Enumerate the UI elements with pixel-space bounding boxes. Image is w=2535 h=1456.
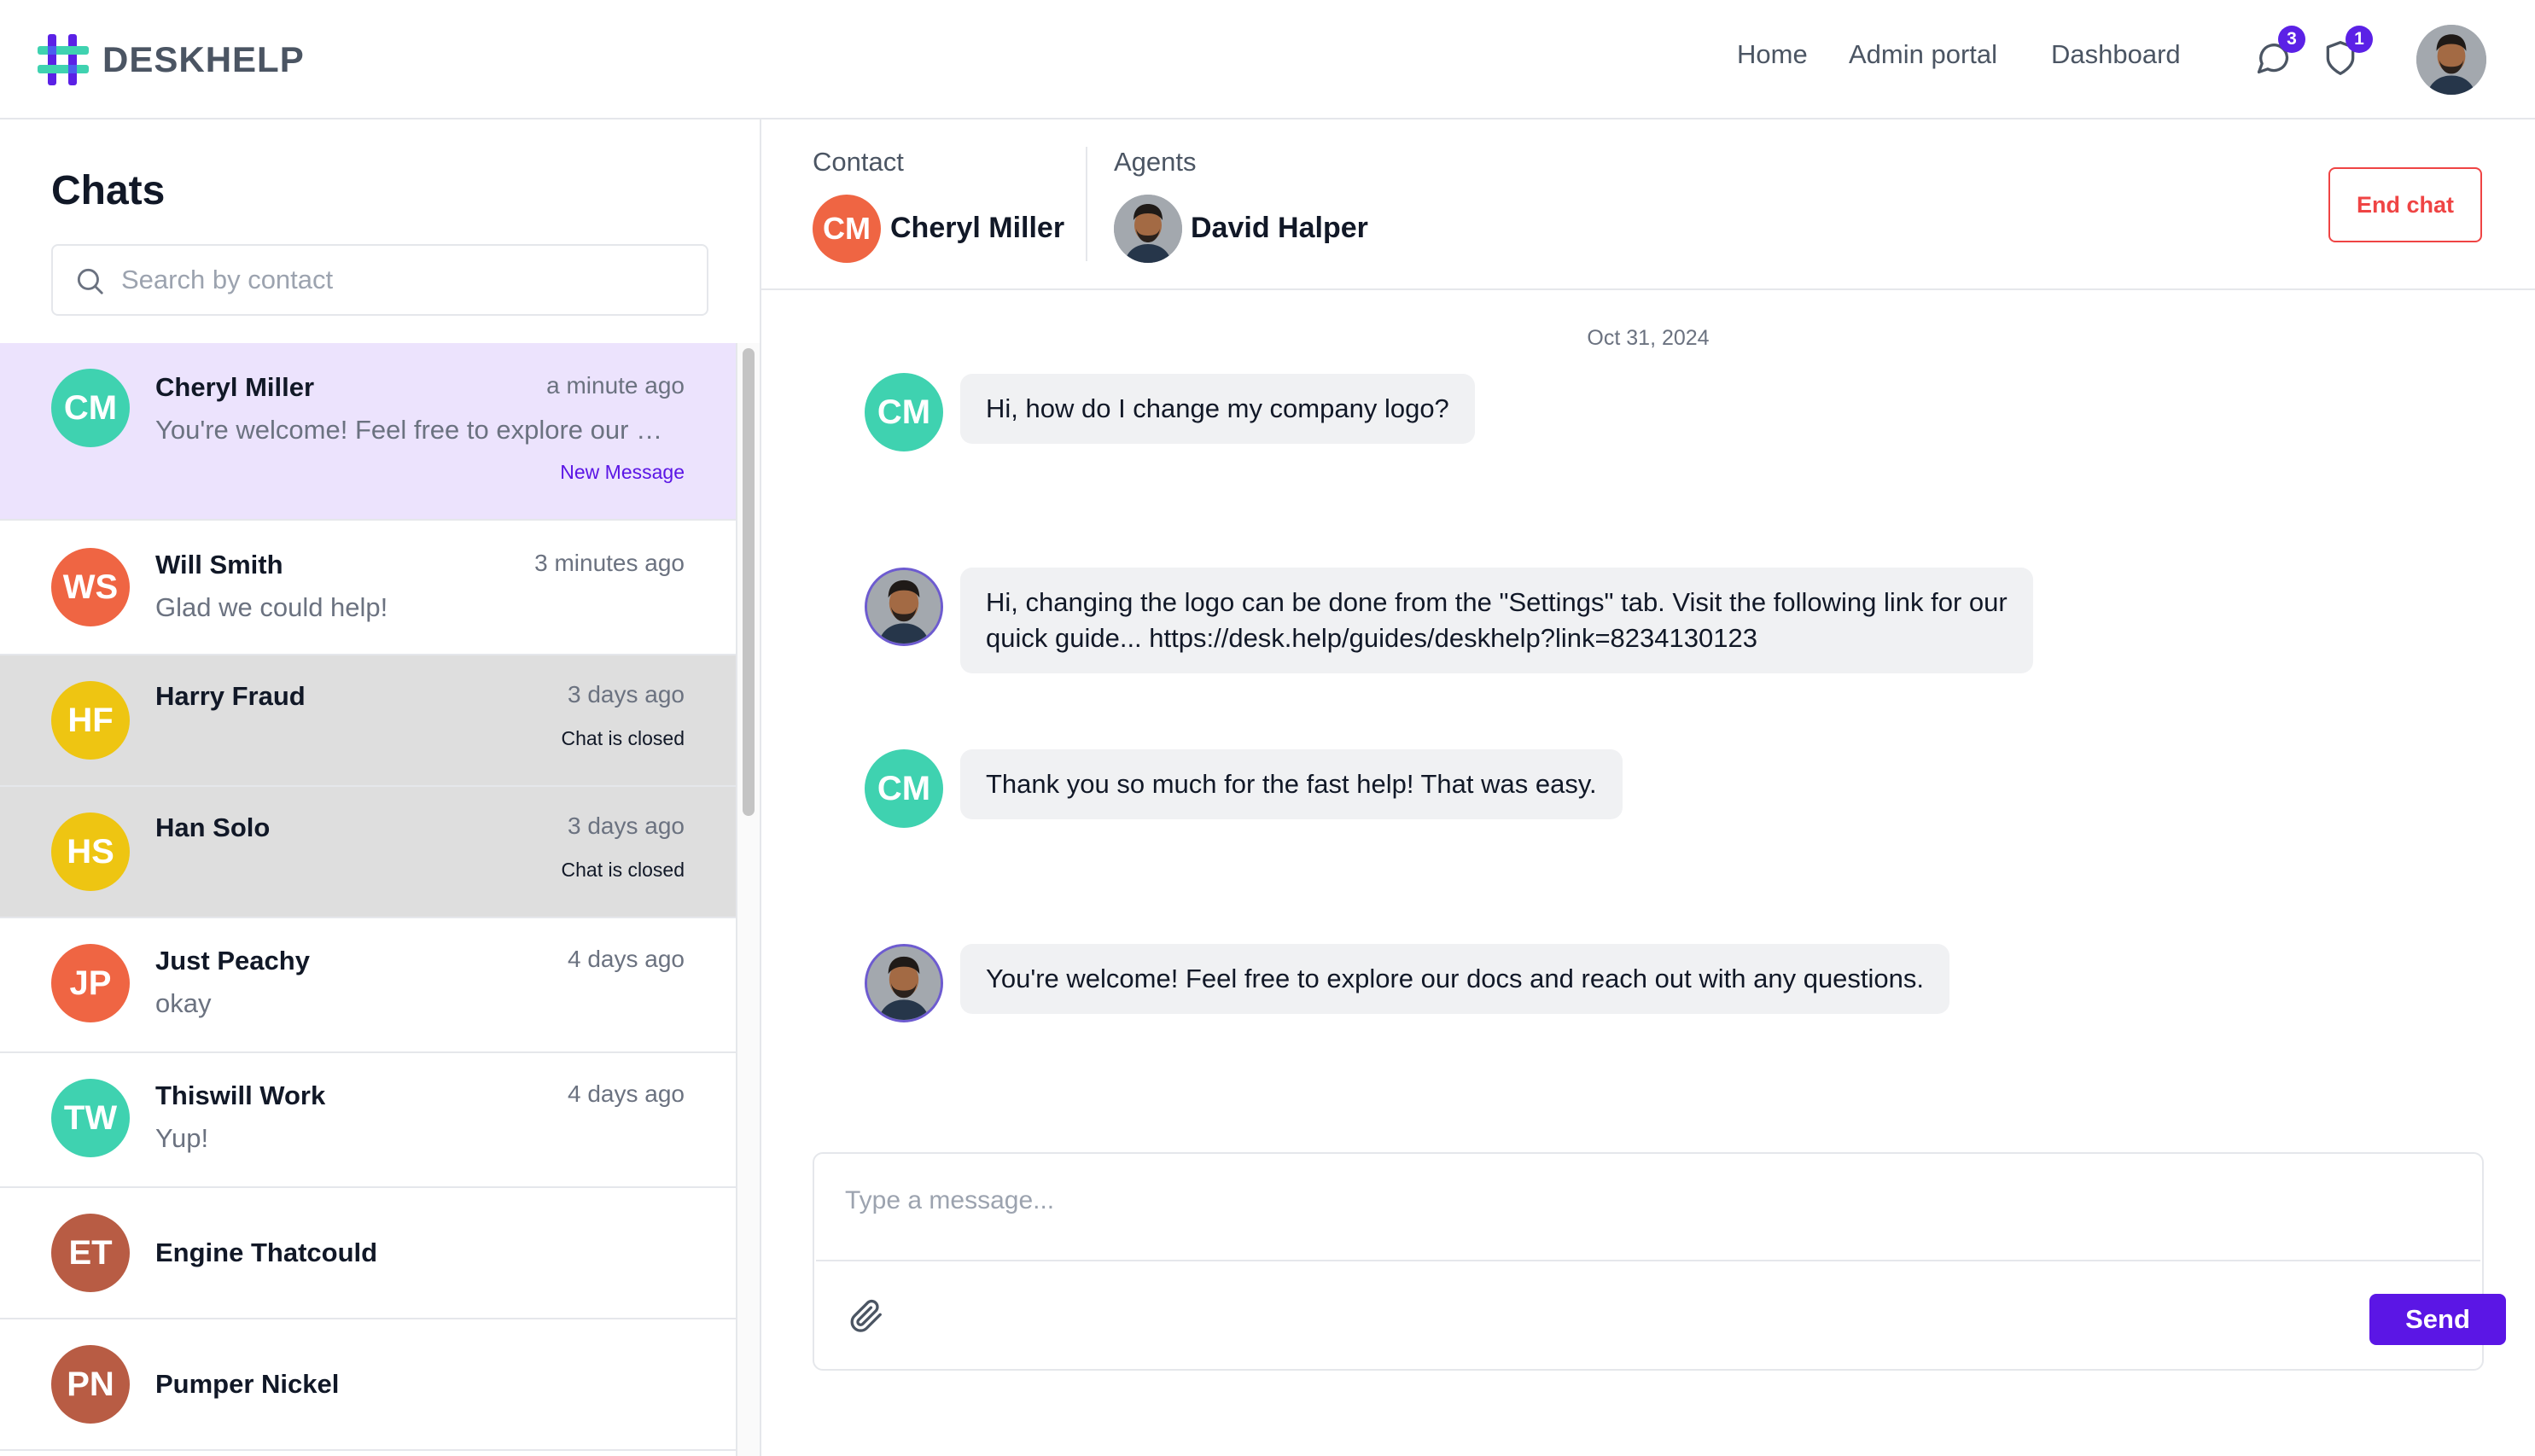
search-input[interactable] — [121, 246, 685, 314]
contact-name: Harry Fraud — [155, 681, 306, 711]
chat-item-just-peachy[interactable]: JP Just Peachy 4 days ago okay — [0, 918, 736, 1053]
agent-avatar — [865, 568, 943, 646]
contact-avatar: WS — [51, 548, 130, 626]
contact-name: Engine Thatcould — [155, 1238, 378, 1267]
alerts-button[interactable]: 1 — [2322, 26, 2373, 77]
contact-label: Contact — [813, 147, 904, 177]
contact-name: Thiswill Work — [155, 1080, 326, 1110]
conversation-header: Contact CM Cheryl Miller Agents David Ha… — [761, 119, 2535, 290]
chat-list-scrollbar[interactable] — [736, 343, 760, 1456]
contact-name: Cheryl Miller — [155, 372, 315, 402]
send-button[interactable]: Send — [2369, 1294, 2506, 1345]
agent-photo-icon — [867, 946, 941, 1020]
chat-time: 4 days ago — [568, 1080, 685, 1107]
chat-item-will-smith[interactable]: WS Will Smith 3 minutes ago Glad we coul… — [0, 521, 736, 655]
last-message-preview: You're welcome! Feel free to explore our… — [155, 415, 676, 445]
contact-name: Just Peachy — [155, 946, 310, 976]
contact-avatar: CM — [813, 195, 881, 263]
conversation-date: Oct 31, 2024 — [1587, 326, 1710, 350]
new-message-tag: New Message — [560, 461, 685, 483]
message-composer: Send — [813, 1152, 2506, 1371]
search-box[interactable] — [51, 244, 708, 316]
user-avatar[interactable] — [2416, 25, 2486, 95]
message-bubble: You're welcome! Feel free to explore our… — [960, 944, 1950, 1014]
contact-avatar: CM — [865, 749, 943, 828]
message-input[interactable] — [816, 1156, 2480, 1261]
agent-avatar — [1114, 195, 1182, 263]
chat-item-han-solo[interactable]: HS Han Solo 3 days ago Chat is closed — [0, 787, 736, 918]
contact-avatar: TW — [51, 1079, 130, 1157]
contact-avatar: CM — [865, 373, 943, 451]
agent-photo-icon — [867, 570, 941, 644]
top-navigation-bar: DESKHELP Home Admin portal Dashboard 3 1 — [0, 0, 2535, 119]
agent-name: David Halper — [1191, 212, 1368, 244]
chat-item-engine-thatcould[interactable]: ET Engine Thatcould — [0, 1188, 736, 1319]
chat-closed-tag: Chat is closed — [561, 727, 685, 749]
message-text-line: Hi, changing the logo can be done from t… — [986, 587, 2008, 617]
messages-count-badge: 3 — [2278, 26, 2305, 53]
app-name: DESKHELP — [102, 39, 305, 79]
chat-time: 3 minutes ago — [534, 550, 685, 576]
chat-time: 4 days ago — [568, 946, 685, 972]
chat-time: 3 days ago — [568, 812, 685, 839]
chat-closed-tag: Chat is closed — [561, 859, 685, 881]
agent-photo-icon — [1114, 195, 1182, 263]
app-logo[interactable]: DESKHELP — [36, 32, 305, 87]
message-text: You're welcome! Feel free to explore our… — [986, 964, 1925, 993]
chat-item-thiswill-work[interactable]: TW Thiswill Work 4 days ago Yup! — [0, 1053, 736, 1188]
nav-link-dashboard[interactable]: Dashboard — [2051, 39, 2181, 70]
contact-name: Cheryl Miller — [890, 212, 1065, 244]
last-message-preview: Glad we could help! — [155, 592, 388, 622]
chat-time: 3 days ago — [568, 681, 685, 708]
last-message-preview: Yup! — [155, 1123, 209, 1153]
chats-title: Chats — [51, 168, 166, 213]
chat-item-pumper-nickel[interactable]: PN Pumper Nickel — [0, 1319, 736, 1451]
chat-time: a minute ago — [546, 372, 685, 399]
agents-label: Agents — [1114, 147, 1197, 177]
last-message-preview: okay — [155, 988, 212, 1018]
contact-name: Han Solo — [155, 812, 271, 842]
contact-avatar: PN — [51, 1345, 130, 1424]
chat-item-cheryl-miller[interactable]: CM Cheryl Miller a minute ago You're wel… — [0, 343, 736, 521]
message-text: Thank you so much for the fast help! Tha… — [986, 769, 1597, 799]
contact-name: Pumper Nickel — [155, 1369, 340, 1399]
scrollbar-thumb[interactable] — [743, 348, 755, 816]
contact-avatar: ET — [51, 1214, 130, 1292]
chat-list: CM Cheryl Miller a minute ago You're wel… — [0, 343, 736, 1456]
message-text-line[interactable]: quick guide... https://desk.help/guides/… — [986, 620, 2008, 656]
message-bubble: Hi, how do I change my company logo? — [960, 374, 1475, 444]
chat-list-panel: Chats CM Cheryl Miller a minute ago You'… — [0, 119, 761, 1456]
end-chat-button[interactable]: End chat — [2328, 167, 2482, 242]
hash-logo-icon — [38, 34, 89, 85]
contact-avatar: CM — [51, 369, 130, 447]
contact-avatar: HS — [51, 812, 130, 891]
alerts-count-badge: 1 — [2346, 26, 2373, 53]
contact-avatar: JP — [51, 944, 130, 1022]
header-divider — [1086, 147, 1087, 261]
contact-avatar: HF — [51, 681, 130, 760]
user-photo-icon — [2416, 25, 2486, 95]
agent-avatar — [865, 944, 943, 1022]
nav-link-home[interactable]: Home — [1737, 39, 1808, 70]
message-bubble: Thank you so much for the fast help! Tha… — [960, 749, 1623, 819]
search-icon — [77, 268, 103, 294]
paperclip-icon[interactable] — [847, 1297, 884, 1335]
conversation-panel: Contact CM Cheryl Miller Agents David Ha… — [761, 119, 2535, 1456]
messages-button[interactable]: 3 — [2254, 26, 2305, 77]
nav-link-admin-portal[interactable]: Admin portal — [1849, 39, 1997, 70]
message-text: Hi, how do I change my company logo? — [986, 393, 1449, 423]
message-bubble: Hi, changing the logo can be done from t… — [960, 568, 2033, 673]
chat-item-harry-fraud[interactable]: HF Harry Fraud 3 days ago Chat is closed — [0, 655, 736, 787]
contact-name: Will Smith — [155, 550, 283, 579]
